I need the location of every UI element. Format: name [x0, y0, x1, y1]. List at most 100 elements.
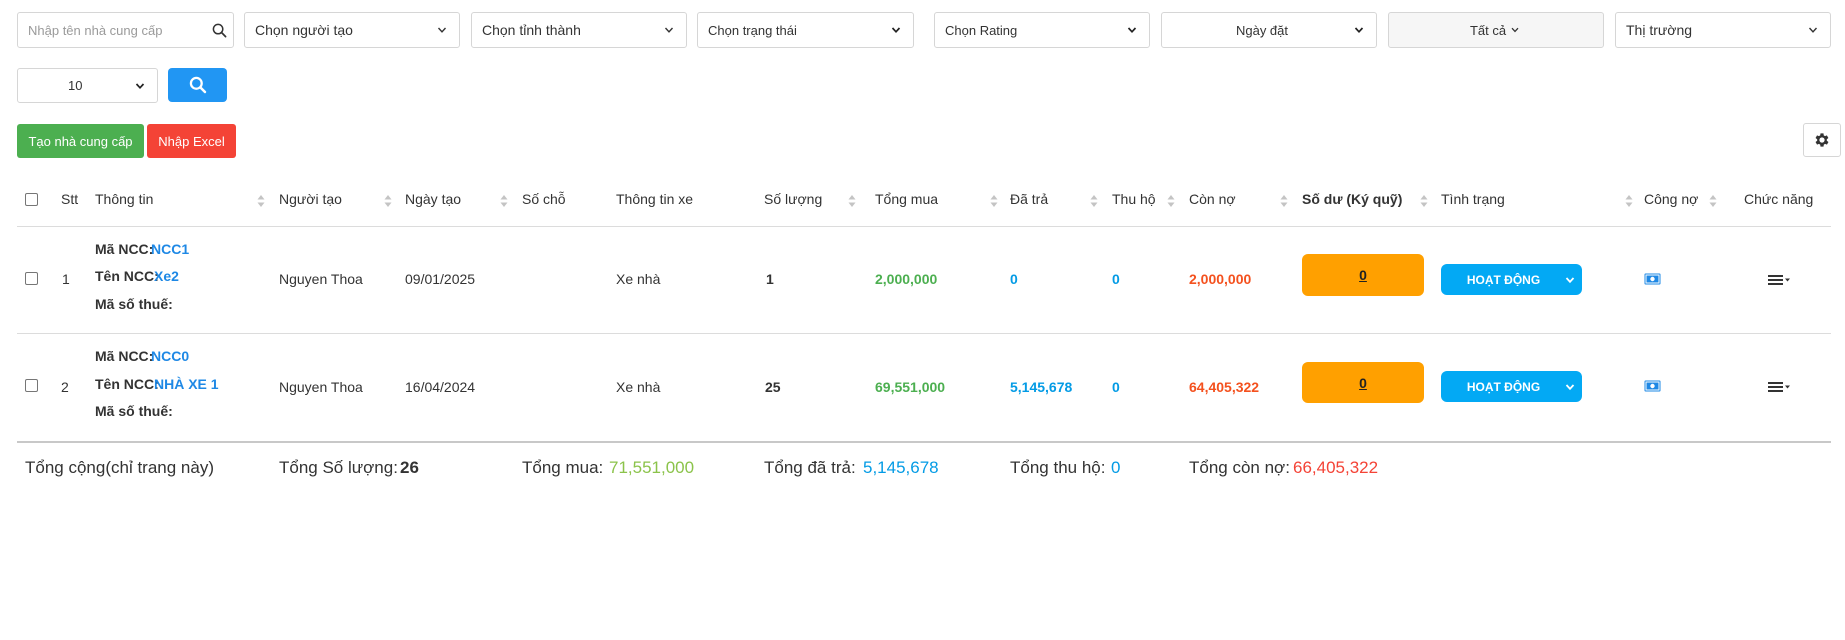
row-checkbox[interactable] [25, 272, 38, 285]
sort-icon[interactable] [1090, 194, 1098, 208]
col-creator[interactable]: Người tạo [279, 191, 342, 207]
row-creator: Nguyen Thoa [279, 379, 363, 395]
col-vehicle-info: Thông tin xe [616, 191, 694, 207]
row-quantity: 1 [766, 271, 774, 287]
row-stt: 1 [62, 271, 70, 287]
row-total-purchase: 2,000,000 [875, 271, 938, 287]
chevron-down-icon [1558, 275, 1582, 285]
col-created-date[interactable]: Ngày tạo [405, 191, 461, 207]
row-remaining: 2,000,000 [1189, 271, 1252, 287]
gear-icon [1813, 131, 1831, 149]
totals-paid-label: Tổng đã trả: [764, 458, 856, 477]
sort-icon[interactable] [1709, 194, 1717, 208]
hamburger-menu-icon[interactable] [1767, 273, 1791, 287]
totals-purchase-label: Tổng mua: [522, 458, 604, 477]
creator-select[interactable]: Chọn người tạo [244, 12, 460, 48]
sort-icon[interactable] [257, 194, 265, 208]
row-tax-label: Mã số thuế: [95, 296, 173, 312]
row-name-link[interactable]: Xe2 [154, 268, 179, 284]
sort-icon[interactable] [848, 194, 856, 208]
page-size-select[interactable]: 10 [17, 68, 158, 103]
search-icon [189, 76, 207, 94]
table-header-divider [17, 226, 1831, 227]
totals-remaining-label: Tổng còn nợ: [1189, 458, 1290, 477]
row-name-label: Tên NCC: [95, 376, 159, 392]
chevron-down-icon [133, 79, 147, 93]
rating-select[interactable]: Chọn Rating [934, 12, 1150, 48]
row-checkbox[interactable] [25, 379, 38, 392]
row-vehicle-info: Xe nhà [616, 271, 661, 287]
province-select-label: Chọn tỉnh thành [482, 22, 581, 38]
row-collected: 0 [1112, 271, 1120, 287]
chevron-down-icon [889, 23, 903, 37]
totals-quantity-label: Tổng Số lượng: [279, 458, 398, 477]
status-label: HOẠT ĐỘNG [1466, 272, 1541, 287]
all-dropdown-label: Tất cả [1469, 22, 1507, 38]
select-all-checkbox[interactable] [25, 193, 38, 206]
row-created-date: 09/01/2025 [405, 271, 476, 287]
search-icon[interactable] [212, 23, 227, 38]
col-total-purchase[interactable]: Tổng mua [875, 191, 938, 207]
all-dropdown[interactable]: Tất cả [1388, 12, 1604, 48]
row-collected: 0 [1112, 379, 1120, 395]
province-select[interactable]: Chọn tỉnh thành [471, 12, 687, 48]
row-quantity: 25 [765, 379, 781, 395]
row-created-date: 16/04/2024 [405, 379, 476, 395]
chevron-down-icon [1508, 23, 1522, 37]
col-remaining[interactable]: Còn nợ [1189, 191, 1236, 207]
sort-icon[interactable] [384, 194, 392, 208]
hamburger-menu-icon[interactable] [1767, 380, 1791, 394]
sort-icon[interactable] [500, 194, 508, 208]
import-excel-button[interactable]: Nhập Excel [147, 124, 236, 158]
market-select[interactable]: Thị trường [1615, 12, 1831, 48]
totals-remaining-value: 66,405,322 [1293, 458, 1379, 477]
col-paid[interactable]: Đã trả [1010, 191, 1048, 207]
create-supplier-button[interactable]: Tạo nhà cung cấp [17, 124, 144, 158]
totals-divider [17, 441, 1831, 443]
settings-button[interactable] [1803, 123, 1841, 157]
row-name-link[interactable]: NHÀ XE 1 [154, 376, 219, 392]
col-functions: Chức năng [1744, 191, 1814, 207]
col-info[interactable]: Thông tin [95, 191, 153, 207]
order-date-select-label: Ngày đặt [1235, 22, 1289, 38]
sort-icon[interactable] [1420, 194, 1428, 208]
search-button[interactable] [168, 68, 227, 102]
chevron-down-icon [1558, 382, 1582, 392]
status-label: HOẠT ĐỘNG [1466, 379, 1541, 394]
totals-purchase-value: 71,551,000 [609, 458, 695, 477]
money-icon[interactable] [1644, 273, 1661, 285]
row-paid: 5,145,678 [1010, 379, 1073, 395]
col-stt: Stt [61, 191, 79, 207]
rating-select-label: Chọn Rating [945, 22, 1018, 38]
supplier-search-field[interactable] [17, 12, 234, 48]
totals-quantity-value: 26 [400, 458, 419, 477]
status-dropdown[interactable]: HOẠT ĐỘNG [1441, 371, 1582, 402]
page-size-value: 10 [68, 78, 83, 93]
sort-icon[interactable] [990, 194, 998, 208]
sort-icon[interactable] [1625, 194, 1633, 208]
order-date-select[interactable]: Ngày đặt [1161, 12, 1377, 48]
col-debt[interactable]: Công nợ [1644, 191, 1698, 207]
row-code-link[interactable]: NCC0 [151, 348, 189, 364]
sort-icon[interactable] [1167, 194, 1175, 208]
status-select[interactable]: Chọn trạng thái [697, 12, 914, 48]
totals-collected-value: 0 [1111, 458, 1121, 477]
sort-icon[interactable] [1280, 194, 1288, 208]
col-seats: Số chỗ [522, 191, 566, 207]
deposit-balance-button[interactable]: 0 [1302, 362, 1424, 403]
chevron-down-icon [662, 23, 676, 37]
row-stt: 2 [61, 379, 69, 395]
deposit-balance-button[interactable]: 0 [1302, 254, 1424, 296]
supplier-search-input[interactable] [28, 22, 212, 38]
row-remaining: 64,405,322 [1189, 379, 1260, 395]
money-icon[interactable] [1644, 380, 1661, 392]
market-select-label: Thị trường [1626, 22, 1693, 38]
row-code-label: Mã NCC: [95, 348, 154, 364]
col-balance[interactable]: Số dư (Ký quỹ) [1302, 191, 1402, 207]
status-dropdown[interactable]: HOẠT ĐỘNG [1441, 264, 1582, 295]
row-paid: 0 [1010, 271, 1018, 287]
col-status[interactable]: Tình trạng [1441, 191, 1505, 207]
col-collected[interactable]: Thu hộ [1112, 191, 1156, 207]
row-code-link[interactable]: NCC1 [151, 241, 189, 257]
col-quantity[interactable]: Số lượng [764, 191, 822, 207]
